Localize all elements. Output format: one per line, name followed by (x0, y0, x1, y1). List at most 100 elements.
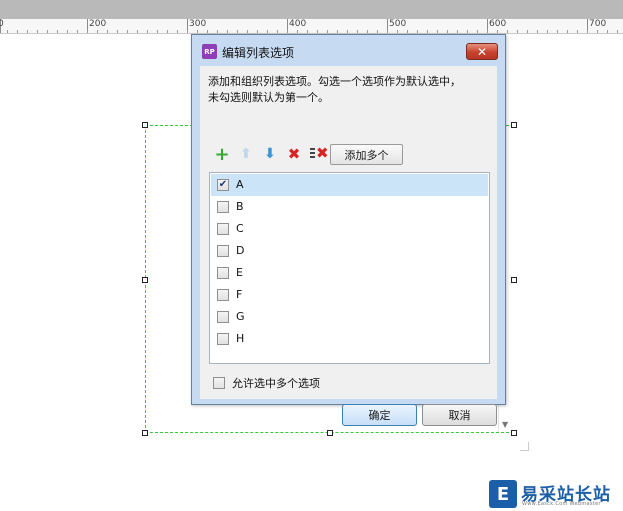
list-item[interactable]: E (211, 262, 488, 284)
list-item[interactable]: ✔ A (211, 174, 488, 196)
ruler-tick (337, 30, 338, 33)
description-line-1: 添加和组织列表选项。勾选一个选项作为默认选中， (208, 75, 461, 88)
list-item[interactable]: H (211, 328, 488, 350)
option-label: B (236, 200, 244, 213)
ruler-tick (327, 30, 328, 33)
scroll-down-arrow-icon[interactable]: ▼ (502, 420, 508, 429)
allow-multiple-label: 允许选中多个选项 (232, 377, 320, 390)
resize-handle-top-left[interactable] (142, 122, 148, 128)
ruler-tick (307, 30, 308, 33)
ruler-tick (97, 30, 98, 33)
arrow-down-icon[interactable]: ⬇ (262, 146, 278, 162)
option-checkbox[interactable] (217, 245, 229, 257)
ruler-label: 600 (489, 19, 507, 29)
ruler-tick (7, 30, 8, 33)
resize-handle-bottom-left[interactable] (142, 430, 148, 436)
options-listbox[interactable]: ✔ A B C D E F G H (209, 172, 490, 364)
ruler-tick (567, 30, 568, 33)
arrow-up-icon[interactable]: ⬆ (238, 146, 254, 162)
option-label: C (236, 222, 244, 235)
ruler-tick (497, 30, 498, 33)
ruler-tick (417, 30, 418, 33)
watermark-logo: E 易采站长站 Www.Easck.Com Webmaster (489, 478, 623, 511)
ruler-tick (617, 30, 618, 33)
canvas-corner-mark (520, 442, 529, 451)
horizontal-ruler: 0 200 300 400 500 600 700 (0, 19, 623, 34)
ruler-tick (547, 30, 548, 33)
option-label: E (236, 266, 243, 279)
list-item[interactable]: B (211, 196, 488, 218)
ruler-tick (177, 30, 178, 33)
ruler-tick (347, 30, 348, 33)
resize-handle-right[interactable] (511, 277, 517, 283)
ruler-tick (447, 30, 448, 33)
ruler-tick (57, 30, 58, 33)
watermark-icon: E (489, 480, 517, 508)
ruler-tick (187, 30, 188, 33)
edit-list-options-dialog: RP 编辑列表选项 ✕ 添加和组织列表选项。勾选一个选项作为默认选中， 未勾选则… (191, 34, 506, 426)
ruler-label: 0 (0, 19, 4, 29)
ruler-tick (207, 30, 208, 33)
list-item[interactable]: F (211, 284, 488, 306)
ruler-tick (367, 30, 368, 33)
ruler-tick (557, 30, 558, 33)
ruler-tick (357, 30, 358, 33)
delete-all-icon[interactable]: ✖ (310, 144, 329, 162)
description-line-2: 未勾选则默认为第一个。 (208, 91, 329, 104)
list-item[interactable]: D (211, 240, 488, 262)
option-label: H (236, 332, 245, 345)
resize-handle-top-right[interactable] (511, 122, 517, 128)
option-checkbox[interactable]: ✔ (217, 179, 229, 191)
ruler-tick (607, 30, 608, 33)
allow-multiple-checkbox[interactable] (213, 377, 225, 389)
plus-icon[interactable]: + (214, 144, 230, 165)
ruler-tick (77, 30, 78, 33)
ok-button[interactable]: 确定 (342, 404, 417, 426)
option-checkbox[interactable] (217, 267, 229, 279)
add-multiple-button[interactable]: 添加多个 (330, 144, 403, 165)
option-label: A (236, 178, 244, 191)
ruler-tick (267, 30, 268, 33)
cancel-button[interactable]: 取消 (422, 404, 497, 426)
option-checkbox[interactable] (217, 311, 229, 323)
ruler-tick (427, 30, 428, 33)
ruler-tick (37, 30, 38, 33)
ruler-tick (87, 30, 88, 33)
ruler-tick (107, 30, 108, 33)
resize-handle-bottom[interactable] (327, 430, 333, 436)
ruler-tick (157, 30, 158, 33)
resize-handle-left[interactable] (142, 277, 148, 283)
delete-icon[interactable]: ✖ (286, 145, 302, 163)
option-checkbox[interactable] (217, 333, 229, 345)
dialog-titlebar[interactable]: RP 编辑列表选项 ✕ (192, 35, 505, 65)
ruler-tick (397, 30, 398, 33)
ruler-tick (317, 30, 318, 33)
close-button[interactable]: ✕ (466, 43, 498, 60)
ruler-label: 700 (589, 19, 607, 29)
ruler-tick (507, 30, 508, 33)
ruler-tick (247, 30, 248, 33)
ruler-tick (477, 30, 478, 33)
list-item[interactable]: G (211, 306, 488, 328)
option-label: D (236, 244, 245, 257)
ruler-tick (137, 30, 138, 33)
ruler-tick (457, 30, 458, 33)
ruler-tick (387, 30, 388, 33)
ruler-label: 400 (289, 19, 307, 29)
ruler-tick (237, 30, 238, 33)
watermark-subtitle: Www.Easck.Com Webmaster (522, 501, 601, 507)
axure-rp-app-icon: RP (202, 44, 217, 59)
ruler-tick (27, 30, 28, 33)
ruler-tick (587, 30, 588, 33)
option-checkbox[interactable] (217, 201, 229, 213)
dialog-description: 添加和组织列表选项。勾选一个选项作为默认选中， 未勾选则默认为第一个。 (208, 74, 493, 106)
ruler-tick (117, 30, 118, 33)
ruler-tick (527, 30, 528, 33)
resize-handle-bottom-right[interactable] (511, 430, 517, 436)
dialog-title: 编辑列表选项 (222, 46, 295, 60)
ruler-tick (197, 30, 198, 33)
option-checkbox[interactable] (217, 223, 229, 235)
ruler-label: 200 (89, 19, 107, 29)
option-checkbox[interactable] (217, 289, 229, 301)
list-item[interactable]: C (211, 218, 488, 240)
